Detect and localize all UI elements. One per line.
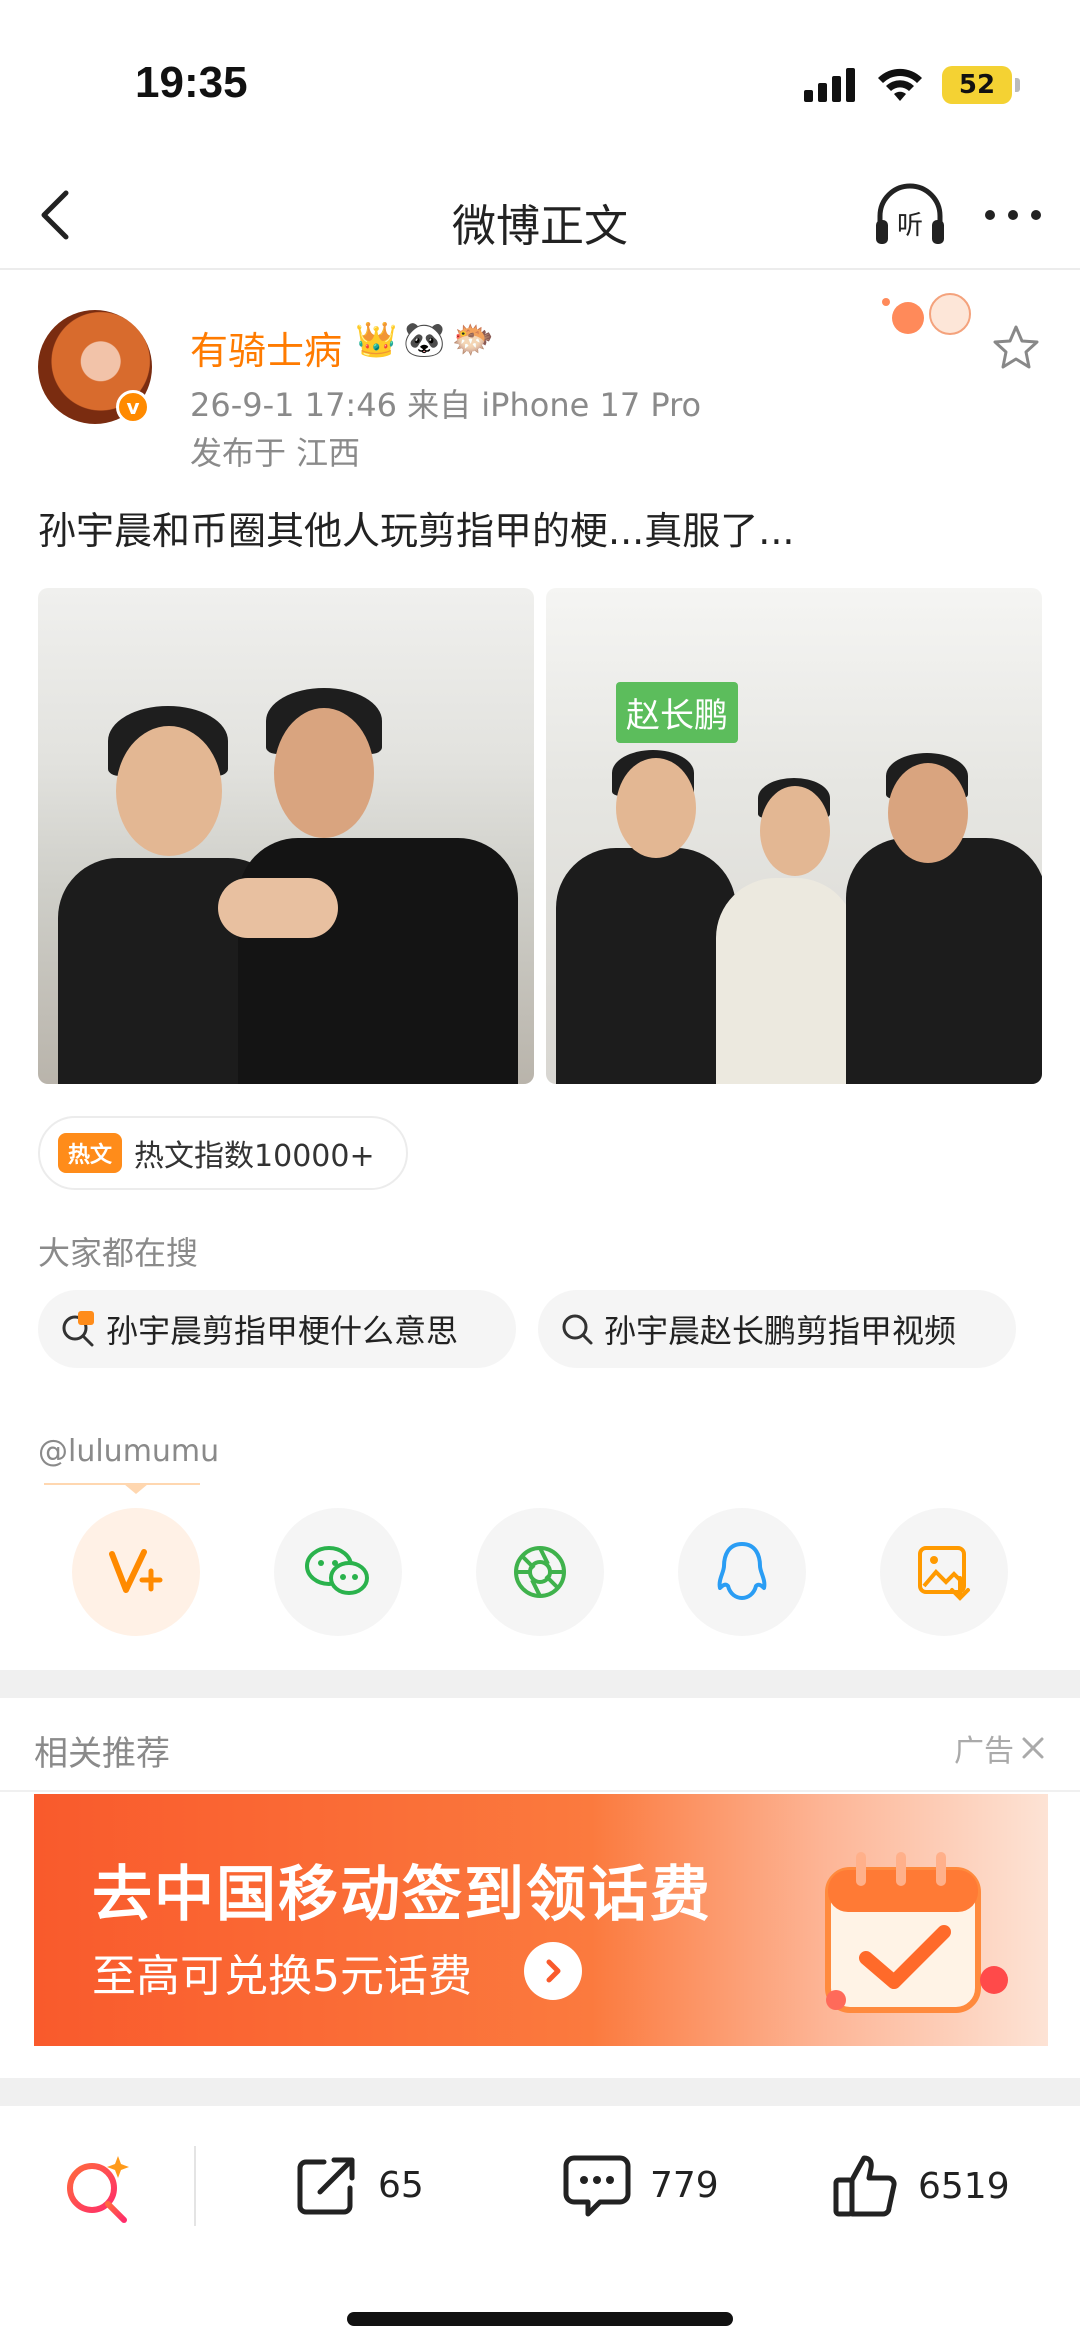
- moments-icon: [514, 1546, 566, 1598]
- crown-badge-icon: 👑: [355, 320, 398, 360]
- mention-pointer: [124, 1484, 148, 1494]
- hot-tag: 热文: [58, 1133, 123, 1173]
- section-divider: [0, 1670, 1080, 1698]
- comment-icon: [563, 2155, 631, 2217]
- qq-icon: [717, 1542, 767, 1600]
- banner-title: 去中国移动签到领话费: [92, 1860, 712, 1930]
- mention-text[interactable]: @lulumumu: [38, 1434, 219, 1469]
- calendar-check-icon: [825, 1852, 1008, 2013]
- listen-label: 听: [897, 211, 923, 241]
- thumbs-up-icon: [833, 2155, 897, 2217]
- save-image-button[interactable]: [880, 1508, 1008, 1636]
- bottom-action-bar: 65 779 6519: [0, 2106, 1080, 2266]
- trending-search-text: 孙宇晨剪指甲梗什么意思: [106, 1312, 459, 1350]
- post-image-2[interactable]: 赵长鹏: [546, 588, 1042, 1084]
- user-badges: 👑 🐼 🐡: [355, 320, 494, 360]
- listen-button[interactable]: 听: [870, 180, 950, 250]
- comment-count: 779: [650, 2164, 719, 2206]
- vplus-icon: [109, 1549, 163, 1593]
- trending-search-title: 大家都在搜: [38, 1234, 199, 1272]
- status-icons: 52: [804, 66, 1020, 104]
- recommend-divider: [0, 1790, 1080, 1792]
- repost-icon: [297, 2157, 355, 2215]
- repost-count: 65: [378, 2164, 424, 2206]
- decoration-sticker-icon: [882, 293, 971, 335]
- post-image-1[interactable]: [38, 588, 534, 1084]
- hot-index-badge[interactable]: 热文 热文指数10000+: [38, 1116, 408, 1190]
- hot-search-icon: [62, 1311, 94, 1347]
- close-icon: [1022, 1737, 1044, 1759]
- status-bar: 19:35 52: [0, 0, 1080, 160]
- section-divider: [0, 2078, 1080, 2106]
- panda-badge-icon: 🐼: [403, 320, 446, 360]
- home-indicator[interactable]: [347, 2312, 733, 2326]
- banner-arrow-icon[interactable]: [524, 1942, 582, 2000]
- save-image-icon: [918, 1546, 970, 1601]
- post-meta: 26-9-1 17:46 来自 iPhone 17 Pro: [190, 386, 702, 424]
- share-row: [0, 1508, 1080, 1638]
- like-button[interactable]: 6519: [832, 2152, 1010, 2220]
- cellular-signal-icon: [804, 68, 855, 102]
- favorite-star-icon[interactable]: [990, 322, 1042, 374]
- banner-subtitle: 至高可兑换5元话费: [92, 1951, 472, 2002]
- share-moments-button[interactable]: [476, 1508, 604, 1636]
- more-options-icon[interactable]: [978, 190, 1048, 240]
- like-count: 6519: [918, 2165, 1010, 2207]
- repost-button[interactable]: 65: [294, 2152, 424, 2218]
- ad-close-button[interactable]: 广告: [954, 1726, 1046, 1770]
- mention-underline: [44, 1483, 200, 1485]
- post-location: 发布于 江西: [190, 434, 361, 472]
- fish-badge-icon: 🐡: [451, 320, 495, 360]
- headphones-icon: 听: [876, 183, 944, 244]
- ad-banner[interactable]: 去中国移动签到领话费 至高可兑换5元话费: [34, 1794, 1048, 2046]
- trending-search-chip[interactable]: 孙宇晨赵长鹏剪指甲视频: [538, 1290, 1016, 1368]
- search-icon: [562, 1314, 593, 1345]
- trending-search-chip[interactable]: 孙宇晨剪指甲梗什么意思: [38, 1290, 516, 1368]
- username[interactable]: 有骑士病: [190, 320, 342, 375]
- wechat-icon: [305, 1546, 369, 1595]
- share-wechat-button[interactable]: [274, 1508, 402, 1636]
- wifi-icon: [878, 68, 922, 101]
- post-text: 孙宇晨和币圈其他人玩剪指甲的梗...真服了...: [38, 509, 795, 553]
- photo-tag: 赵长鹏: [616, 682, 738, 743]
- share-qq-button[interactable]: [678, 1508, 806, 1636]
- sparkle-search-icon[interactable]: [60, 2152, 134, 2226]
- trending-search-text: 孙宇晨赵长鹏剪指甲视频: [604, 1312, 957, 1350]
- ad-label: 广告: [954, 1734, 1014, 1769]
- verified-badge-icon: v: [116, 390, 150, 424]
- share-vplus-button[interactable]: [72, 1508, 200, 1636]
- battery-indicator: 52: [942, 66, 1020, 104]
- top-nav: 微博正文 听: [0, 160, 1080, 270]
- status-time: 19:35: [135, 58, 248, 107]
- hot-index-text: 热文指数10000+: [134, 1139, 375, 1174]
- recommend-title: 相关推荐: [34, 1734, 170, 1774]
- bottom-bar-separator: [194, 2146, 196, 2226]
- comment-button[interactable]: 779: [562, 2152, 719, 2218]
